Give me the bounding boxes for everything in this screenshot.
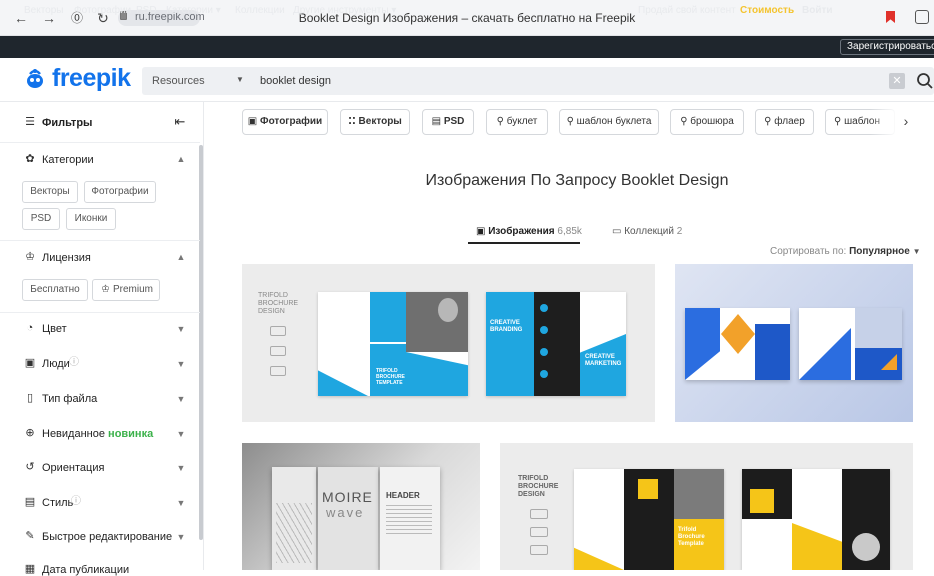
license-chip-free[interactable]: Бесплатно <box>22 279 88 301</box>
chevron-down-icon[interactable]: ▼ <box>176 429 186 439</box>
active-tab-indicator <box>468 242 580 244</box>
chip-photos[interactable]: ▣ Фотографии <box>242 109 328 135</box>
license-chip-premium-label: Premium <box>112 284 153 295</box>
chevron-down-icon[interactable]: ▼ <box>176 498 186 508</box>
chevron-up-icon[interactable]: ▲ <box>176 252 186 262</box>
tab-collections[interactable]: ▭ Коллекций 2 <box>612 226 682 237</box>
divider <box>0 142 200 143</box>
chevron-down-icon[interactable]: ▼ <box>176 532 186 542</box>
chevron-down-icon: ▼ <box>912 247 921 256</box>
topnav-photos[interactable]: Фотографии <box>74 5 131 16</box>
chevron-down-icon[interactable]: ▼ <box>176 394 186 404</box>
card-label: TRIFOLD BROCHURE DESIGN <box>258 292 299 315</box>
chip-flyer[interactable]: ⚲ флаер <box>755 109 814 135</box>
file-icon: ▯ <box>26 392 34 404</box>
people-icon: ▣ <box>24 357 36 369</box>
categories-title[interactable]: Категории <box>42 154 94 166</box>
register-button[interactable]: Зарегистрироваться <box>840 39 934 55</box>
resources-select[interactable]: Resources <box>152 75 205 87</box>
category-chip-psd[interactable]: PSD <box>22 208 60 230</box>
publish-date-title[interactable]: Дата публикации <box>42 564 129 576</box>
calendar-icon: ▦ <box>24 563 36 575</box>
quick-edit-title[interactable]: Быстрое редактирование <box>42 531 172 543</box>
folder-icon: ▭ <box>612 226 622 237</box>
category-chip-vectors[interactable]: Векторы <box>22 181 78 203</box>
license-title[interactable]: Лицензия <box>42 252 91 264</box>
topnav-vectors[interactable]: Векторы <box>24 5 64 16</box>
image-card-1[interactable]: TRIFOLD BROCHURE DESIGN TRIFOLD BROCHURE… <box>242 264 655 422</box>
file-type-title[interactable]: Тип файла <box>42 393 97 405</box>
orientation-icon: ↺ <box>25 461 35 473</box>
tab-collections-count: 2 <box>676 226 683 237</box>
style-icon: ▤ <box>24 496 36 508</box>
freepik-logo[interactable]: freepik <box>52 64 131 93</box>
chip-booklet-template[interactable]: ⚲ шаблон буклета <box>559 109 659 135</box>
topnav-sell[interactable]: Продай свой контент <box>638 5 736 16</box>
search-icon[interactable] <box>916 72 934 90</box>
pen-icon: ✎ <box>25 530 35 542</box>
sort-value: Популярное <box>849 246 910 257</box>
divider <box>0 312 200 313</box>
info-icon[interactable]: ⓘ <box>70 496 82 508</box>
tab-images-count: 6,85k <box>557 226 582 237</box>
orientation-title[interactable]: Ориентация <box>42 462 104 474</box>
category-chip-photos[interactable]: Фотографии <box>84 181 156 203</box>
sidebar-scrollbar[interactable] <box>199 145 203 540</box>
info-icon[interactable]: ⓘ <box>68 357 80 369</box>
palette-icon: ◔ <box>26 322 34 334</box>
chevron-down-icon[interactable]: ▼ <box>176 463 186 473</box>
sort-select[interactable]: Сортировать по: Популярное ▼ <box>770 246 921 257</box>
style-title[interactable]: Стиль <box>42 497 73 509</box>
page-title: Изображения По Запросу Booklet Design <box>425 172 729 189</box>
magnifier-plus-icon: ⊕ <box>25 427 35 439</box>
topnav-login[interactable]: Войти <box>802 5 833 16</box>
clear-search-icon[interactable]: ✕ <box>889 73 905 89</box>
chevron-down-icon[interactable]: ▼ <box>236 75 244 84</box>
chevron-right-icon[interactable]: › <box>898 113 914 131</box>
sliders-icon: ☰ <box>25 116 35 128</box>
chip-booklet[interactable]: ⚲ буклет <box>486 109 548 135</box>
category-chip-icons[interactable]: Иконки <box>66 208 116 230</box>
crown-icon: ♔ <box>25 251 35 263</box>
image-icon: ▣ <box>476 226 486 237</box>
topnav-psd[interactable]: PSD <box>136 5 157 16</box>
new-badge: новинка <box>108 428 154 440</box>
topnav-price[interactable]: Стоимость <box>740 5 794 16</box>
topnav-tools[interactable]: Другие инструменты ▾ <box>293 5 396 16</box>
crown-icon: ♔ <box>101 284 110 295</box>
license-chip-premium[interactable]: ♔ Premium <box>92 279 160 301</box>
tab-images[interactable]: ▣ Изображения 6,85k <box>476 226 582 237</box>
image-card-4[interactable]: TRIFOLD BROCHURE DESIGN Trifold Brochure… <box>500 443 913 570</box>
search-input[interactable] <box>252 69 872 93</box>
collapse-sidebar-icon[interactable]: ⇤ <box>174 115 186 128</box>
reader-icon[interactable] <box>915 10 929 24</box>
chevron-down-icon[interactable]: ▼ <box>176 359 186 369</box>
freepik-logo-icon[interactable] <box>24 68 46 90</box>
chip-brochure[interactable]: ⚲ брошюра <box>670 109 744 135</box>
divider <box>0 240 200 241</box>
people-title[interactable]: Люди <box>42 358 70 370</box>
filters-title: Фильтры <box>42 117 93 129</box>
image-card-2[interactable] <box>675 264 913 422</box>
unseen-label: Невиданное <box>42 428 105 440</box>
unseen-title[interactable]: Невиданное новинка <box>42 428 153 440</box>
chevron-up-icon[interactable]: ▲ <box>176 154 186 164</box>
chevron-down-icon[interactable]: ▼ <box>176 324 186 334</box>
chips-fade <box>870 108 898 136</box>
topnav-collections[interactable]: Коллекции <box>235 5 285 16</box>
chip-vectors[interactable]: ⁚⁚ Векторы <box>340 109 410 135</box>
image-card-3[interactable]: MOIRE wave HEADER <box>242 443 480 570</box>
top-nav <box>0 36 934 58</box>
categories-icon: ✿ <box>25 153 35 165</box>
color-title[interactable]: Цвет <box>42 323 67 335</box>
topnav-categories[interactable]: Категории ▾ <box>166 5 221 16</box>
chip-psd[interactable]: ▤ PSD <box>422 109 474 135</box>
